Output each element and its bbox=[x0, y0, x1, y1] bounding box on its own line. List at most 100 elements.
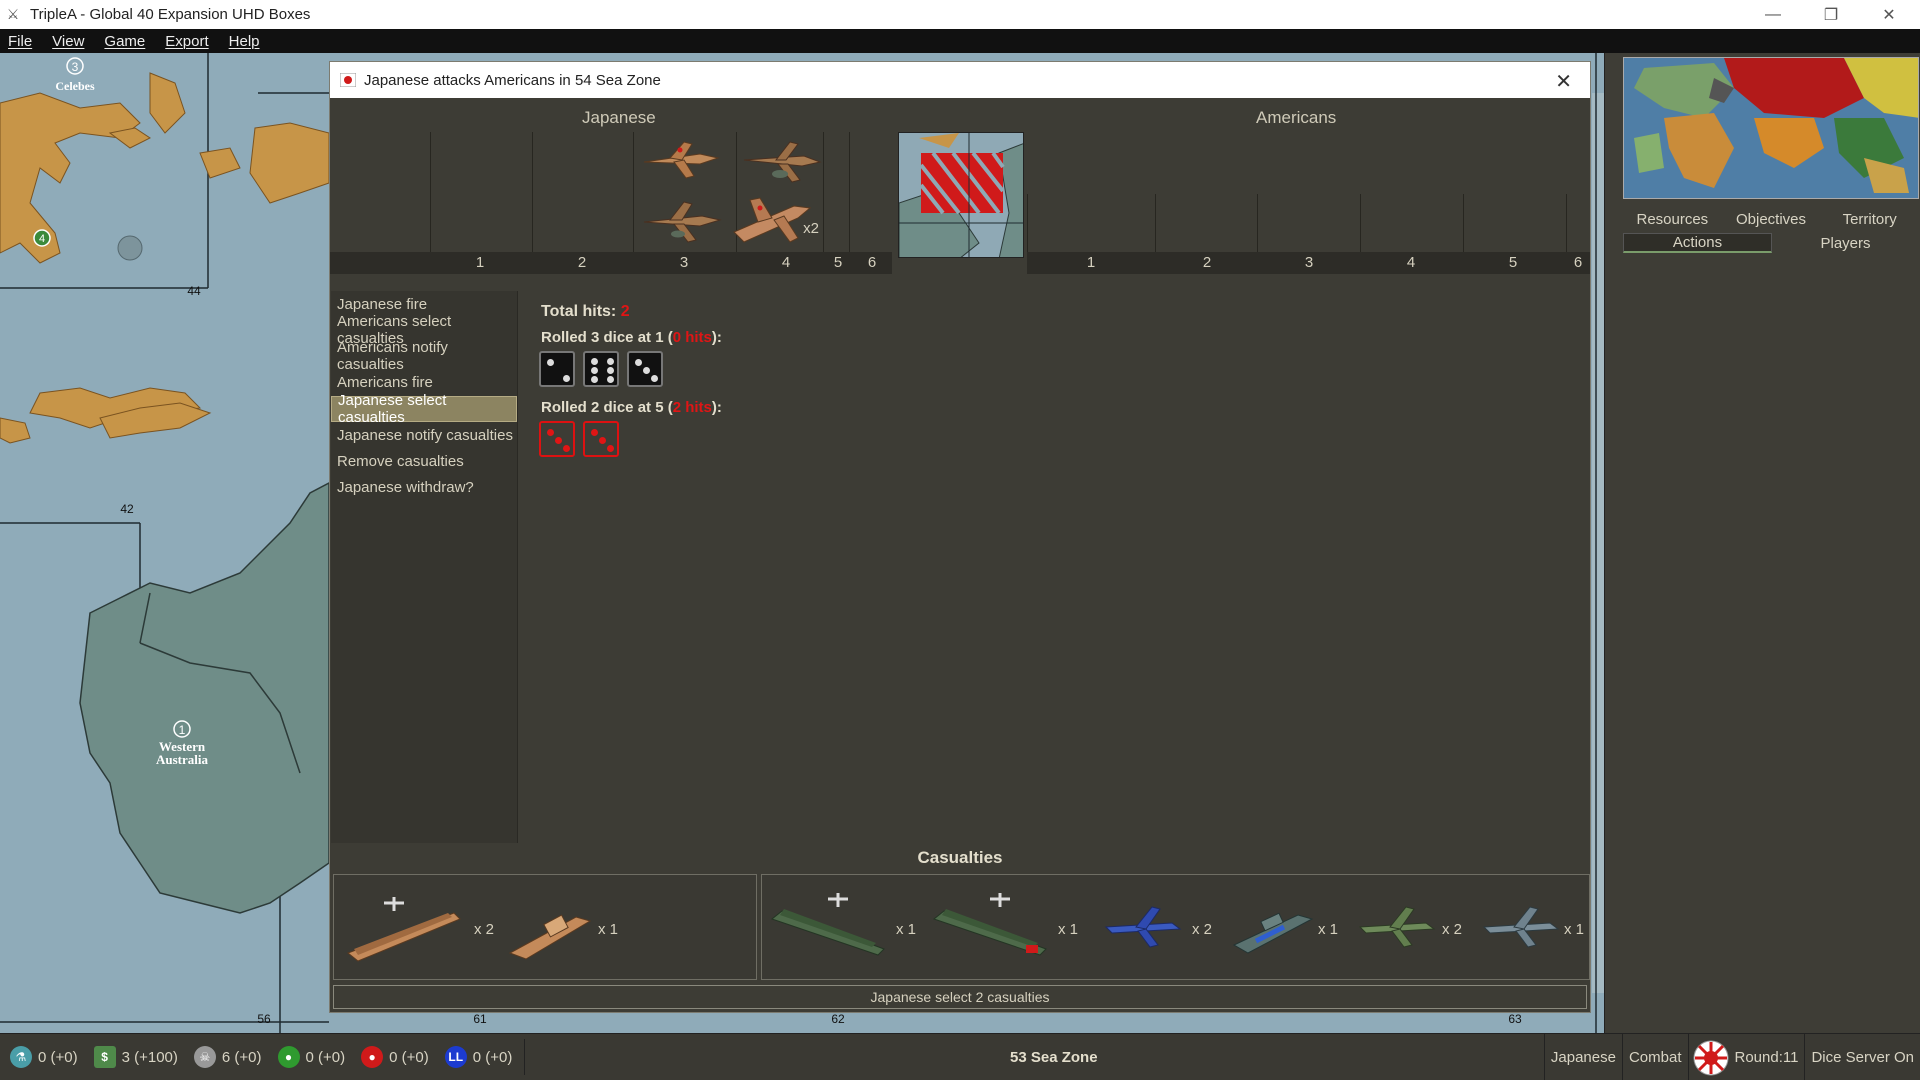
menu-export[interactable]: Export bbox=[165, 33, 208, 50]
menu-bar: File View Game Export Help bbox=[0, 29, 1920, 53]
japanese-transport-count: x 1 bbox=[598, 921, 619, 938]
sea-zone-42-label: 42 bbox=[120, 502, 134, 516]
window-titlebar: ⚔ TripleA - Global 40 Expansion UHD Boxe… bbox=[0, 0, 1920, 29]
minimap[interactable] bbox=[1623, 57, 1919, 199]
resource-blue-token: LL 0 (+0) bbox=[444, 1046, 512, 1068]
defender-col-3: 3 bbox=[1304, 254, 1314, 271]
tab-objectives[interactable]: Objectives bbox=[1722, 211, 1821, 228]
western-australia-label-2: Australia bbox=[156, 752, 209, 767]
resource-vp: ☠ 6 (+0) bbox=[193, 1046, 262, 1068]
japanese-tactical-bomber-icon bbox=[643, 201, 722, 243]
tab-actions[interactable]: Actions bbox=[1623, 233, 1772, 253]
right-panel-tabs: Resources Objectives Territory Actions P… bbox=[1623, 207, 1919, 255]
battle-dialog-titlebar: Japanese attacks Americans in 54 Sea Zon… bbox=[330, 62, 1590, 98]
japanese-fighter-icon bbox=[643, 141, 720, 179]
step-japanese-withdraw[interactable]: Japanese withdraw? bbox=[331, 474, 517, 500]
die-black bbox=[627, 351, 663, 387]
resource-vp-value: 6 (+0) bbox=[221, 1048, 262, 1066]
american-carrier-damaged-count: x 1 bbox=[1058, 921, 1079, 938]
menu-help[interactable]: Help bbox=[229, 33, 260, 50]
japanese-bomber-icon bbox=[743, 141, 822, 183]
roll-2-hits: 2 hits bbox=[672, 399, 712, 416]
blue-token-icon: LL bbox=[444, 1046, 467, 1068]
resource-red-token: ● 0 (+0) bbox=[361, 1046, 429, 1068]
defender-dice-columns bbox=[1027, 132, 1590, 252]
total-hits-label: Total hits: bbox=[541, 303, 621, 320]
sea-zone-thumbnail bbox=[898, 132, 1024, 258]
bottom-status-bar: ⚗ 0 (+0) $3 (+100) ☠ 6 (+0) ● 0 (+0) ● 0 (+0… bbox=[0, 1033, 1920, 1080]
dice-server-status: Dice Server On bbox=[1804, 1034, 1920, 1080]
minimize-button[interactable]: — bbox=[1744, 0, 1802, 29]
american-tactical-bomber-count: x 2 bbox=[1442, 921, 1463, 938]
american-tactical-bomber-icon[interactable] bbox=[1356, 901, 1436, 951]
defender-label: Americans bbox=[1256, 108, 1337, 127]
attacker-unit-count: x2 bbox=[803, 220, 819, 237]
battle-status-bar: Japanese select 2 casualties bbox=[333, 985, 1587, 1009]
red-token-icon: ● bbox=[361, 1046, 384, 1068]
right-panel: Resources Objectives Territory Actions P… bbox=[1604, 53, 1920, 1033]
die-red bbox=[583, 421, 619, 457]
menu-file[interactable]: File bbox=[8, 33, 32, 50]
attacker-col-4: 4 bbox=[781, 254, 791, 271]
tab-players[interactable]: Players bbox=[1772, 235, 1919, 252]
japanese-transport-icon[interactable] bbox=[506, 897, 596, 963]
step-japanese-select-casualties[interactable]: Japanese select casualties bbox=[331, 392, 517, 426]
defender-col-1: 1 bbox=[1086, 254, 1096, 271]
roll-1-prefix: Rolled 3 dice at 1 ( bbox=[541, 329, 673, 346]
rising-sun-flag-icon bbox=[1693, 1040, 1728, 1075]
defender-col-2: 2 bbox=[1202, 254, 1212, 271]
menu-game[interactable]: Game bbox=[104, 33, 145, 50]
maximize-button[interactable]: ❐ bbox=[1802, 0, 1860, 29]
triplea-app-icon: ⚔ bbox=[6, 6, 20, 22]
current-player: Japanese bbox=[1543, 1034, 1622, 1080]
flask-icon: ⚗ bbox=[10, 1046, 32, 1068]
american-casualties-box: x 1 x 1 x 2 x 1 x 2 x 1 bbox=[761, 874, 1590, 980]
step-japanese-notify-casualties[interactable]: Japanese notify casualties bbox=[331, 422, 517, 448]
roll-2-line: Rolled 2 dice at 5 (2 hits): bbox=[541, 399, 722, 416]
dice-results-panel: Total hits: 2 Rolled 3 dice at 1 (0 hits… bbox=[519, 291, 1589, 843]
defender-col-4: 4 bbox=[1406, 254, 1416, 271]
die-black bbox=[583, 351, 619, 387]
money-icon: $ bbox=[93, 1046, 116, 1068]
menu-view[interactable]: View bbox=[52, 33, 84, 50]
american-fighter-icon[interactable] bbox=[1102, 901, 1182, 951]
american-submarine-icon[interactable] bbox=[1228, 895, 1318, 959]
green-token-icon: ● bbox=[277, 1046, 300, 1068]
roll-1-hits: 0 hits bbox=[672, 329, 712, 346]
unit-marker-icon bbox=[117, 235, 143, 261]
defender-column-header: 1 2 3 4 5 6 bbox=[1027, 252, 1590, 274]
close-window-button[interactable]: ✕ bbox=[1860, 0, 1918, 29]
step-americans-notify-casualties[interactable]: Americans notify casualties bbox=[331, 339, 517, 373]
japanese-carrier-icon[interactable] bbox=[344, 893, 464, 963]
american-carrier-count: x 1 bbox=[896, 921, 917, 938]
japanese-carrier-count: x 2 bbox=[474, 921, 495, 938]
battle-title: Japanese attacks Americans in 54 Sea Zon… bbox=[364, 71, 661, 89]
tab-resources[interactable]: Resources bbox=[1623, 211, 1722, 228]
roll-2-suffix: ): bbox=[711, 399, 722, 416]
sea-zone-56-label: 56 bbox=[257, 1012, 271, 1026]
american-carrier-icon[interactable] bbox=[768, 889, 888, 965]
resource-pus-value: 0 (+0) bbox=[38, 1048, 78, 1066]
step-remove-casualties[interactable]: Remove casualties bbox=[331, 448, 517, 474]
window-title: TripleA - Global 40 Expansion UHD Boxes bbox=[30, 6, 311, 23]
tab-territory[interactable]: Territory bbox=[1820, 211, 1919, 228]
roll-2-prefix: Rolled 2 dice at 5 ( bbox=[541, 399, 673, 416]
die-red bbox=[539, 421, 575, 457]
american-carrier-damaged-icon[interactable] bbox=[930, 889, 1050, 965]
japanese-flag-icon bbox=[340, 73, 356, 87]
american-fighter-count: x 2 bbox=[1192, 921, 1213, 938]
attacker-col-6: 6 bbox=[867, 254, 877, 271]
attacker-label: Japanese bbox=[582, 108, 656, 127]
attacker-col-3: 3 bbox=[679, 254, 689, 271]
resource-green-token: ● 0 (+0) bbox=[277, 1046, 345, 1068]
unit-stack-badge-value: 4 bbox=[39, 233, 45, 245]
current-phase: Combat bbox=[1621, 1034, 1688, 1080]
bottom-bar-separator bbox=[524, 1039, 526, 1075]
attacker-col-2: 2 bbox=[577, 254, 587, 271]
close-dialog-button[interactable]: ✕ bbox=[1555, 69, 1572, 94]
american-submarine-count: x 1 bbox=[1318, 921, 1339, 938]
total-hits-line: Total hits: 2 bbox=[541, 303, 630, 321]
american-fighter-grey-count: x 1 bbox=[1564, 921, 1585, 938]
defender-col-5: 5 bbox=[1508, 254, 1518, 271]
american-fighter-grey-icon[interactable] bbox=[1480, 901, 1560, 951]
